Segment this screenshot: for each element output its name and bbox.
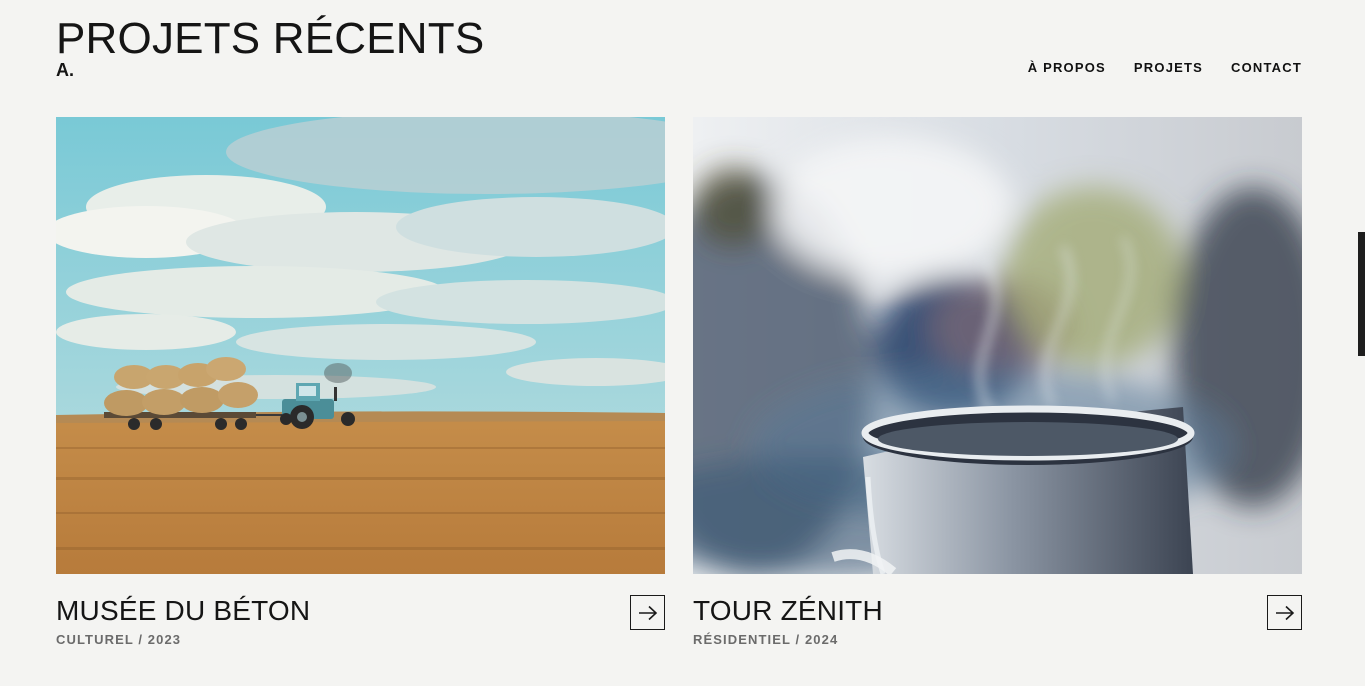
project-title[interactable]: MUSÉE DU BÉTON <box>56 595 310 627</box>
nav-item-projets[interactable]: PROJETS <box>1134 60 1203 76</box>
project-card: MUSÉE DU BÉTON CULTUREL / 2023 <box>56 117 665 647</box>
logo[interactable]: A. <box>56 60 74 80</box>
project-title[interactable]: TOUR ZÉNITH <box>693 595 883 627</box>
page: PROJETS RÉCENTS A. À PROPOS PROJETS CONT… <box>0 0 1365 686</box>
project-image[interactable] <box>693 117 1302 574</box>
nav-item-contact[interactable]: CONTACT <box>1231 60 1302 76</box>
project-open-button[interactable] <box>1267 595 1302 630</box>
arrow-right-icon <box>1275 605 1294 620</box>
project-meta: RÉSIDENTIEL / 2024 <box>693 632 839 647</box>
arrow-right-icon <box>638 605 657 620</box>
scrollbar-thumb[interactable] <box>1358 232 1365 356</box>
nav-item-a-propos[interactable]: À PROPOS <box>1028 60 1106 76</box>
field-tractor-hay-photo <box>56 117 665 574</box>
project-open-button[interactable] <box>630 595 665 630</box>
steaming-cup-photo <box>693 117 1302 574</box>
project-image[interactable] <box>56 117 665 574</box>
page-title: PROJETS RÉCENTS <box>56 14 485 63</box>
project-card: TOUR ZÉNITH RÉSIDENTIEL / 2024 <box>693 117 1302 647</box>
project-meta: CULTUREL / 2023 <box>56 632 182 647</box>
main-nav: À PROPOS PROJETS CONTACT <box>1028 60 1302 76</box>
